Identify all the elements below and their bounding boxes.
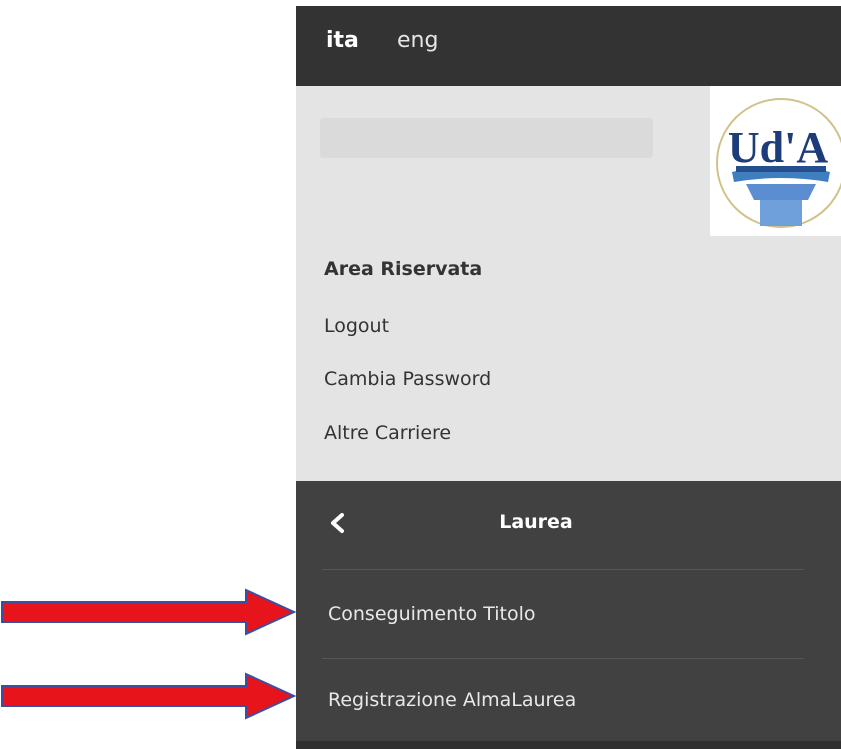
language-ita-link[interactable]: ita: [326, 28, 359, 53]
red-arrow-icon: [1, 672, 297, 720]
divider: [322, 658, 804, 659]
change-password-link[interactable]: Cambia Password: [324, 368, 491, 390]
red-arrow-icon: [1, 588, 297, 636]
logout-link[interactable]: Logout: [324, 315, 389, 337]
side-panel: ita eng Ud'A Area Riservata Logout Cambi…: [296, 6, 841, 749]
degree-attainment-link[interactable]: Conseguimento Titolo: [328, 603, 536, 625]
reserved-area-title: Area Riservata: [324, 258, 483, 280]
divider: [322, 569, 804, 570]
user-name-placeholder: [320, 118, 653, 158]
submenu-title: Laurea: [499, 511, 573, 533]
language-bar: ita eng: [296, 6, 841, 86]
university-logo: Ud'A: [710, 86, 841, 236]
submenu-header: Laurea: [296, 481, 841, 569]
bottom-strip: [296, 741, 841, 749]
language-eng-link[interactable]: eng: [397, 28, 438, 53]
degree-submenu: Laurea Conseguimento Titolo Registrazion…: [296, 481, 841, 749]
svg-text:Ud'A: Ud'A: [728, 123, 828, 172]
almalaurea-registration-link[interactable]: Registrazione AlmaLaurea: [328, 689, 576, 711]
other-careers-link[interactable]: Altre Carriere: [324, 422, 451, 444]
chevron-left-icon[interactable]: [326, 511, 350, 535]
